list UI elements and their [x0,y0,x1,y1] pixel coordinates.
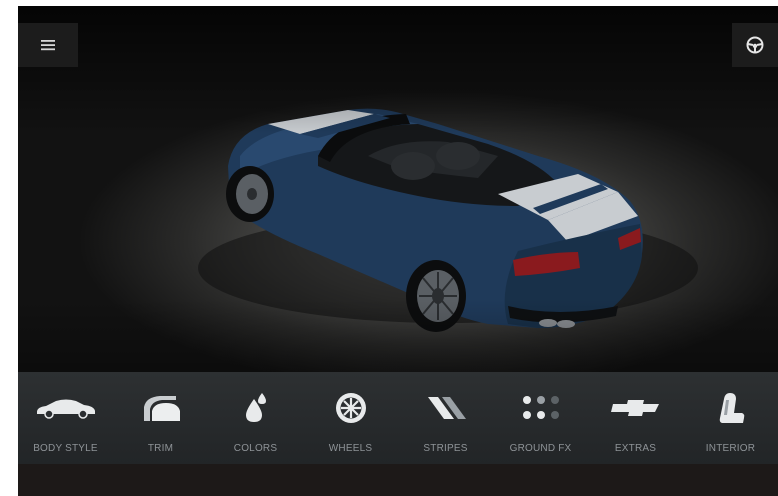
tool-label: TRIM [147,443,174,454]
vehicle-viewer[interactable] [18,6,778,372]
ground-fx-icon [522,390,560,426]
hamburger-menu-icon [41,40,55,51]
trim-icon [140,390,182,426]
seat-icon [716,390,746,426]
tool-label: GROUND FX [509,443,572,454]
stripes-icon [426,390,466,426]
tool-label: EXTRAS [614,443,657,454]
tool-stripes[interactable]: STRIPES [398,372,493,464]
tool-label: COLORS [233,443,278,454]
car-body-icon [34,390,98,426]
configurator-toolbar: BODY STYLE TRIM COLORS WHEELS STRIPES GR… [18,372,778,464]
bowtie-icon [609,390,663,426]
tool-wheels[interactable]: WHEELS [303,372,398,464]
interior-view-button[interactable] [732,23,778,67]
tool-ground-fx[interactable]: GROUND FX [493,372,588,464]
configurator-app: BODY STYLE TRIM COLORS WHEELS STRIPES GR… [18,6,778,496]
tool-body-style[interactable]: BODY STYLE [18,372,113,464]
tool-label: BODY STYLE [33,443,98,454]
tool-trim[interactable]: TRIM [113,372,208,464]
tool-label: INTERIOR [705,443,756,454]
tool-colors[interactable]: COLORS [208,372,303,464]
menu-button[interactable] [18,23,78,67]
bottom-bar [18,464,778,496]
steering-wheel-icon [746,36,764,54]
paint-drop-icon [243,390,269,426]
car-3d-render[interactable] [18,6,778,372]
tool-extras[interactable]: EXTRAS [588,372,683,464]
tool-interior[interactable]: INTERIOR [683,372,778,464]
tool-label: STRIPES [423,443,468,454]
tool-label: WHEELS [328,443,373,454]
wheel-icon [334,390,368,426]
